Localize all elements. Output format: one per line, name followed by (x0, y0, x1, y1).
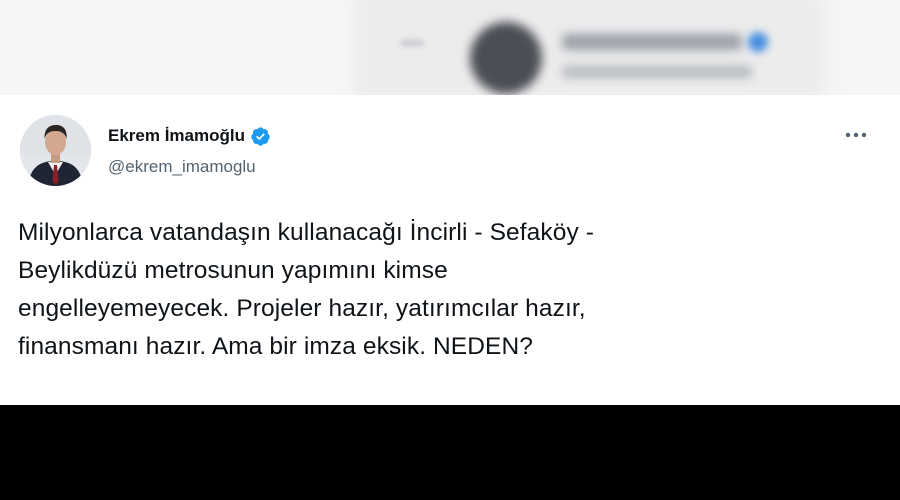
tweet-text-line: Beylikdüzü metrosunun yapımını kimse (18, 257, 448, 284)
blurred-verified-icon (748, 32, 768, 52)
tweet-text-line: finansmanı hazır. Ama bir imza eksik. NE… (18, 333, 533, 360)
blurred-name (562, 34, 742, 50)
blurred-background (0, 0, 900, 95)
tweet-text: Milyonlarca vatandaşın kullanacağı İncir… (18, 214, 878, 366)
author-handle[interactable]: @ekrem_imamoglu (108, 157, 256, 177)
bottom-black-band (0, 405, 900, 500)
more-options-icon (845, 132, 867, 138)
more-options-button[interactable] (838, 123, 874, 147)
avatar-portrait-icon (20, 115, 91, 186)
avatar[interactable] (20, 115, 91, 186)
author-name[interactable]: Ekrem İmamoğlu (108, 126, 245, 146)
verified-badge-icon (250, 126, 271, 147)
tweet-text-line: engelleyemeyecek. Projeler hazır, yatırı… (18, 295, 586, 322)
tweet-text-line: Milyonlarca vatandaşın kullanacağı İncir… (18, 219, 594, 246)
tweet-card: Ekrem İmamoğlu @ekrem_imamoglu Milyonlar… (0, 95, 900, 405)
blurred-avatar (470, 22, 542, 94)
author-name-row: Ekrem İmamoğlu (108, 124, 271, 148)
blurred-handle (562, 66, 752, 78)
blurred-dash (400, 40, 424, 46)
